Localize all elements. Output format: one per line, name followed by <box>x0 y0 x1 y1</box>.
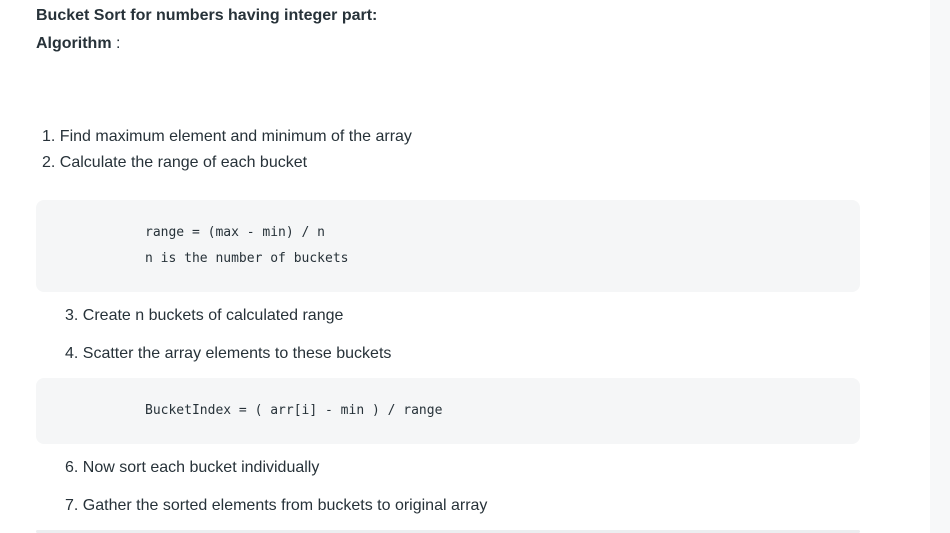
section-title: Bucket Sort for numbers having integer p… <box>36 7 378 24</box>
step-4: 4. Scatter the array elements to these b… <box>65 345 392 362</box>
algorithm-heading: Algorithm : <box>36 35 120 53</box>
step-2: 2. Calculate the range of each bucket <box>42 154 308 171</box>
algorithm-separator: : <box>111 35 121 52</box>
code-block-bucket-index: BucketIndex = ( arr[i] - min ) / range <box>36 378 860 444</box>
step-6: 6. Now sort each bucket individually <box>65 459 320 476</box>
code-line: range = (max - min) / n <box>145 225 326 240</box>
code-line: BucketIndex = ( arr[i] - min ) / range <box>145 403 443 418</box>
right-sidebar-strip <box>930 0 950 533</box>
step-7: 7. Gather the sorted elements from bucke… <box>65 497 488 514</box>
code-line: n is the number of buckets <box>145 251 349 266</box>
code-block-range: range = (max - min) / n n is the number … <box>36 200 860 292</box>
article-content: Bucket Sort for numbers having integer p… <box>0 0 950 533</box>
algorithm-label: Algorithm <box>36 35 112 52</box>
step-3: 3. Create n buckets of calculated range <box>65 307 344 324</box>
step-1: 1. Find maximum element and minimum of t… <box>42 128 412 145</box>
